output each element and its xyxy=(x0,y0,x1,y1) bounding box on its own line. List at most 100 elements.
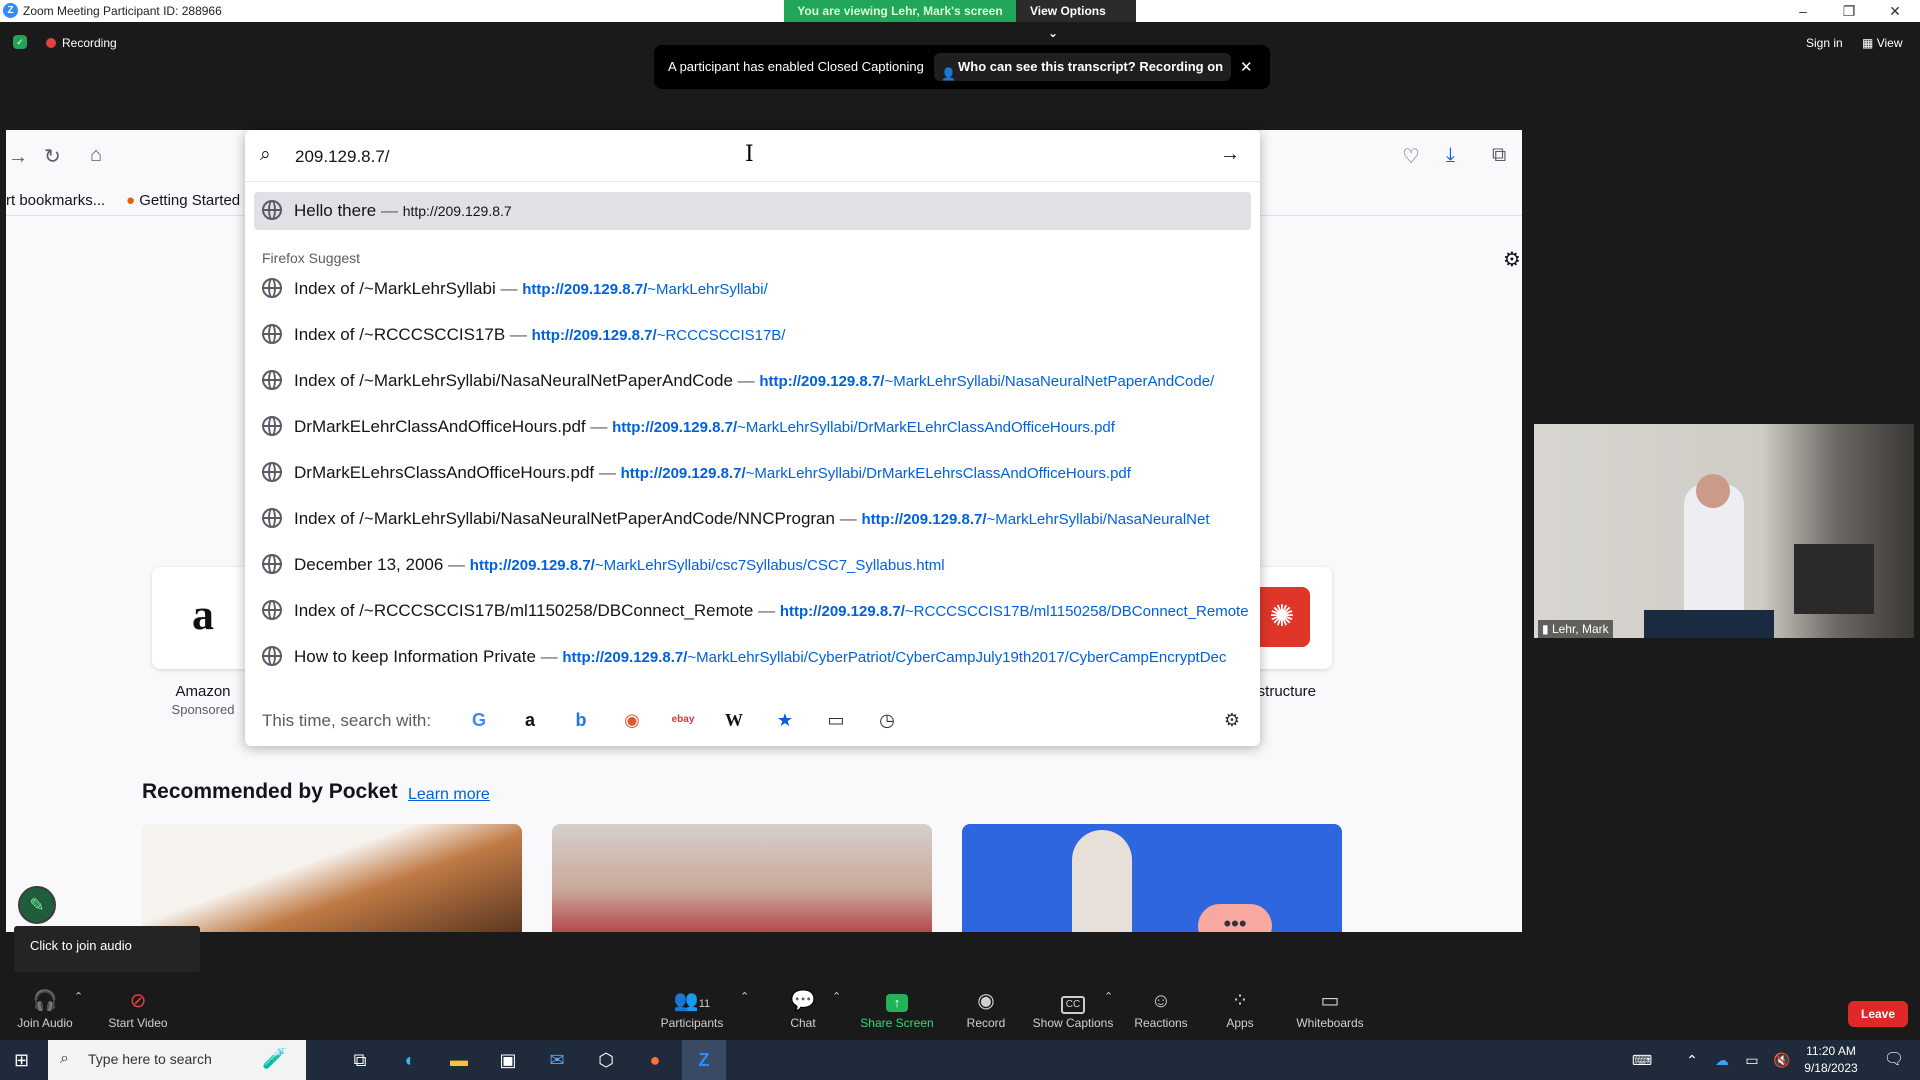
search-settings-gear-icon[interactable]: ⚙ xyxy=(1220,708,1244,732)
whiteboard-icon: ▭ xyxy=(1320,990,1340,1012)
leave-button[interactable]: Leave xyxy=(1848,1001,1908,1027)
suggestion-title: Hello there xyxy=(294,201,377,220)
url-suggestion-heuristic[interactable]: Hello there — http://209.129.8.7 xyxy=(254,192,1251,230)
url-suggestion-row[interactable]: Index of /~RCCCSCCIS17B/ml1150258/DBConn… xyxy=(254,592,1251,630)
annotate-pencil-icon[interactable]: ✎ xyxy=(18,886,56,924)
chat-caret-icon[interactable]: ⌃ xyxy=(832,990,841,1003)
download-icon[interactable]: ⤓ xyxy=(1446,144,1455,167)
minimize-button[interactable]: – xyxy=(1780,0,1826,22)
suggestion-url: http://209.129.8.7/~MarkLehrSyllabi/DrMa… xyxy=(620,465,1131,482)
suggestion-title: Index of /~MarkLehrSyllabi/NasaNeuralNet… xyxy=(294,371,733,390)
chat-button[interactable]: 💬 Chat xyxy=(778,972,828,1038)
file-explorer-icon[interactable]: ▬ xyxy=(437,1040,481,1080)
forward-icon[interactable]: → xyxy=(8,146,28,169)
start-video-button[interactable]: ⊘ Start Video xyxy=(98,972,178,1038)
app-cube-icon[interactable]: ⬡ xyxy=(584,1040,628,1080)
participant-video[interactable] xyxy=(1534,424,1914,638)
bookmark-getting-started[interactable]: ● Getting Started xyxy=(126,192,240,209)
ebay-icon[interactable]: ebay xyxy=(671,708,695,732)
view-button[interactable]: ▦ View xyxy=(1862,36,1902,50)
bookmark-getting-started-label: Getting Started xyxy=(139,192,241,209)
google-icon[interactable]: G xyxy=(467,708,491,732)
headphones-icon: 🎧 xyxy=(32,990,58,1012)
bookmarks-icon[interactable]: ★ xyxy=(773,708,797,732)
transcript-visibility-button[interactable]: 👤 Who can see this transcript? Recording… xyxy=(934,53,1232,81)
url-suggestion-row[interactable]: DrMarkELehrClassAndOfficeHours.pdf — htt… xyxy=(254,408,1251,446)
reactions-button[interactable]: ☺ Reactions xyxy=(1128,972,1194,1038)
url-suggestion-row[interactable]: Index of /~MarkLehrSyllabi/NasaNeuralNet… xyxy=(254,500,1251,538)
view-options-button[interactable]: View Options ⌄ xyxy=(1016,0,1136,40)
sign-in-button[interactable]: Sign in xyxy=(1806,36,1843,50)
url-value[interactable]: 209.129.8.7/ xyxy=(295,147,390,167)
url-suggestion-row[interactable]: Index of /~MarkLehrSyllabi/NasaNeuralNet… xyxy=(254,362,1251,400)
tabs-icon[interactable]: ▭ xyxy=(824,708,848,732)
url-suggestion-row[interactable]: DrMarkELehrsClassAndOfficeHours.pdf — ht… xyxy=(254,454,1251,492)
pocket-learn-more-link[interactable]: Learn more xyxy=(408,786,490,804)
keyboard-icon[interactable]: ⌨ xyxy=(1620,1040,1664,1080)
participants-caret-icon[interactable]: ⌃ xyxy=(740,990,749,1003)
monitor-back xyxy=(1794,544,1874,614)
globe-icon xyxy=(262,462,282,482)
url-suggestion-row[interactable]: December 13, 2006 — http://209.129.8.7/~… xyxy=(254,546,1251,584)
apps-icon: ⁘ xyxy=(1231,990,1249,1012)
taskbar-clock[interactable]: 11:20 AM 9/18/2023 xyxy=(1796,1043,1866,1077)
share-screen-button[interactable]: ↑ Share Screen xyxy=(856,972,938,1038)
whiteboards-button[interactable]: ▭ Whiteboards xyxy=(1290,972,1370,1038)
join-audio-button[interactable]: 🎧 Join Audio xyxy=(10,972,80,1038)
record-label: Record xyxy=(966,1016,1006,1030)
home-icon[interactable]: ⌂ xyxy=(90,144,102,167)
recording-dot-icon xyxy=(46,38,56,48)
participant-count: 11 xyxy=(698,998,711,1010)
mail-icon[interactable]: ✉ xyxy=(535,1040,579,1080)
restore-button[interactable]: ❐ xyxy=(1826,0,1872,22)
bing-icon[interactable]: b xyxy=(569,708,593,732)
url-input[interactable]: ⌕ 209.129.8.7/ I → xyxy=(245,130,1260,182)
windows-start-icon[interactable]: ⊞ xyxy=(14,1050,29,1071)
transcript-visibility-label: Who can see this transcript? Recording o… xyxy=(958,59,1224,74)
view-options-label: View Options xyxy=(1030,4,1106,18)
firefox-taskbar-icon[interactable]: ● xyxy=(633,1040,677,1080)
notifications-icon[interactable]: 🗨 xyxy=(1872,1040,1916,1080)
record-button[interactable]: ◉ Record xyxy=(956,972,1016,1038)
pocket-card-hearing[interactable] xyxy=(552,824,932,932)
apps-button[interactable]: ⁘ Apps xyxy=(1216,972,1264,1038)
reactions-label: Reactions xyxy=(1134,1016,1188,1030)
security-shield-icon[interactable]: ✓ xyxy=(13,35,27,49)
person-icon: 👤 xyxy=(941,67,956,81)
clock-time: 11:20 AM xyxy=(1806,1044,1856,1058)
pocket-card-dog[interactable] xyxy=(142,824,522,932)
settings-gear-icon[interactable]: ⚙ xyxy=(1503,247,1521,272)
globe-icon xyxy=(262,324,282,344)
task-view-icon[interactable]: ⧉ xyxy=(338,1040,382,1080)
go-arrow-icon[interactable]: → xyxy=(1220,143,1240,166)
history-icon[interactable]: ◷ xyxy=(875,708,899,732)
bookmark-import[interactable]: rt bookmarks... xyxy=(6,192,105,209)
participants-button[interactable]: 👥11 Participants xyxy=(654,972,730,1038)
url-suggestion-row[interactable]: How to keep Information Private — http:/… xyxy=(254,638,1251,676)
amazon-tile[interactable]: a xyxy=(152,567,254,669)
store-icon[interactable]: ▣ xyxy=(486,1040,530,1080)
duckduckgo-icon[interactable]: ◉ xyxy=(620,708,644,732)
url-suggestion-row[interactable]: Index of /~MarkLehrSyllabi — http://209.… xyxy=(254,270,1251,308)
close-window-button[interactable]: ✕ xyxy=(1872,0,1918,22)
url-suggestion-row[interactable]: Index of /~RCCCSCCIS17B — http://209.129… xyxy=(254,316,1251,354)
pocket-title: Recommended by Pocket xyxy=(142,780,398,803)
pocket-icon[interactable]: ♡ xyxy=(1402,144,1420,169)
wikipedia-icon[interactable]: W xyxy=(722,708,746,732)
pocket-card-illustration[interactable]: ••• xyxy=(962,824,1342,932)
reload-icon[interactable]: ↻ xyxy=(44,144,61,169)
extensions-icon[interactable]: ⧉ xyxy=(1492,144,1506,167)
close-banner-button[interactable]: ✕ xyxy=(1240,58,1253,76)
captions-caret-icon[interactable]: ⌃ xyxy=(1104,990,1113,1003)
amazon-logo-icon: a xyxy=(192,590,214,639)
show-captions-button[interactable]: CC Show Captions xyxy=(1030,972,1116,1038)
zoom-taskbar-icon[interactable]: Z xyxy=(682,1040,726,1080)
taskbar-search-box[interactable]: ⌕ Type here to search 🧪 xyxy=(48,1040,306,1080)
view-layout-icon: ▦ xyxy=(1862,36,1874,50)
figure-illustration xyxy=(1072,830,1132,932)
globe-icon xyxy=(262,508,282,528)
amazon-icon[interactable]: a xyxy=(518,708,542,732)
edge-icon[interactable]: ◐ xyxy=(388,1040,432,1080)
suggestion-title: Index of /~MarkLehrSyllabi xyxy=(294,279,496,298)
audio-caret-icon[interactable]: ⌃ xyxy=(74,990,83,1003)
